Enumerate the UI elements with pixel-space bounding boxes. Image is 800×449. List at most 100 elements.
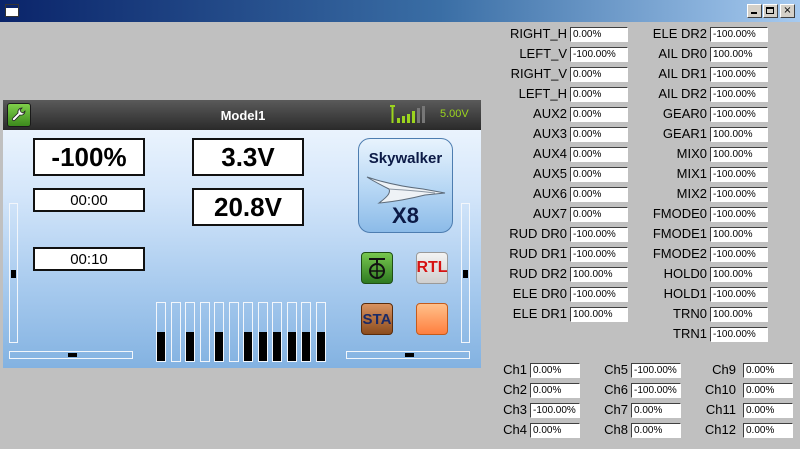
params_right-label: AIL DR2 — [658, 86, 707, 101]
channel-label: Ch9 — [712, 362, 736, 377]
params_left-label: RUD DR0 — [509, 226, 567, 241]
orange-mode-button[interactable] — [416, 303, 448, 335]
channel-label: Ch6 — [604, 382, 628, 397]
params_left-value-field[interactable]: 0.00% — [570, 27, 628, 42]
channel-bar — [243, 302, 253, 362]
params_left-value-field[interactable]: 100.00% — [570, 267, 628, 282]
params_right-label: HOLD1 — [663, 286, 707, 301]
params_right-value-field[interactable]: -100.00% — [710, 187, 768, 202]
channel-bar-graph — [156, 300, 332, 362]
trim-marker — [68, 353, 77, 357]
model-name: Model1 — [220, 108, 266, 123]
params_right-value-field[interactable]: 100.00% — [710, 307, 768, 322]
params_left-label: LEFT_V — [519, 46, 567, 61]
voltage-display-1: 3.3V — [192, 138, 304, 176]
params_left-value-field[interactable]: 0.00% — [570, 87, 628, 102]
params_right-value-field[interactable]: 100.00% — [710, 147, 768, 162]
minimize-button[interactable] — [747, 4, 762, 18]
channel-bar — [185, 302, 195, 362]
channel-label: Ch7 — [604, 402, 628, 417]
model-icon-title: Skywalker — [368, 150, 443, 167]
params_left-value-field[interactable]: 0.00% — [570, 67, 628, 82]
channel-value-field[interactable]: 0.00% — [530, 423, 580, 438]
channel-bar-fill — [316, 332, 325, 361]
params_left-value-field[interactable]: 0.00% — [570, 147, 628, 162]
channel-label: Ch11 — [705, 402, 736, 417]
sta-button[interactable]: STA — [361, 303, 393, 335]
params_left-value-field[interactable]: -100.00% — [570, 247, 628, 262]
params_right-label: HOLD0 — [663, 266, 707, 281]
model-icon-subtitle: X8 — [392, 203, 419, 228]
close-button[interactable]: × — [780, 4, 795, 18]
params_right-value-field[interactable]: -100.00% — [710, 167, 768, 182]
channel-bar-fill — [157, 332, 165, 361]
channel-bar — [272, 302, 282, 362]
params_right-value-field[interactable]: -100.00% — [710, 247, 768, 262]
params_right-value-field[interactable]: -100.00% — [710, 327, 768, 342]
params_left-value-field[interactable]: -100.00% — [570, 227, 628, 242]
params_right-value-field[interactable]: -100.00% — [710, 27, 768, 42]
channel-label: Ch3 — [503, 402, 527, 417]
timer-2[interactable]: 00:10 — [33, 247, 145, 271]
model-icon-button[interactable]: Skywalker X8 — [358, 138, 453, 233]
channel-bar — [156, 302, 166, 362]
maximize-button[interactable] — [763, 4, 778, 18]
wrench-icon[interactable] — [7, 103, 31, 127]
channel-value-field[interactable]: 0.00% — [631, 423, 681, 438]
channel-bar — [315, 302, 326, 362]
channel-value-field[interactable]: 0.00% — [743, 363, 793, 378]
channel-label: Ch2 — [503, 382, 527, 397]
params_left-label: AUX5 — [533, 166, 567, 181]
params_right-value-field[interactable]: 100.00% — [710, 47, 768, 62]
params_right-label: MIX2 — [676, 186, 707, 201]
params_right-value-field[interactable]: -100.00% — [710, 287, 768, 302]
params_left-value-field[interactable]: -100.00% — [570, 47, 628, 62]
timer-1[interactable]: 00:00 — [33, 188, 145, 212]
trim-marker — [11, 270, 16, 278]
channel-value-field[interactable]: 0.00% — [743, 383, 793, 398]
wheel-icon[interactable] — [361, 252, 393, 284]
channel-value-field[interactable]: 0.00% — [530, 383, 580, 398]
params_left-value-field[interactable]: -100.00% — [570, 287, 628, 302]
channel-bar — [257, 302, 268, 362]
channel-value-field[interactable]: 0.00% — [631, 403, 681, 418]
voltage-display-2: 20.8V — [192, 188, 304, 226]
params_left-value-field[interactable]: 0.00% — [570, 107, 628, 122]
channel-value-field[interactable]: -100.00% — [631, 363, 681, 378]
params_left-label: AUX7 — [533, 206, 567, 221]
channel-bar — [286, 302, 297, 362]
params_right-value-field[interactable]: 100.00% — [710, 127, 768, 142]
channel-label: Ch5 — [604, 362, 628, 377]
params_right-value-field[interactable]: 100.00% — [710, 227, 768, 242]
window-app-icon[interactable] — [5, 4, 19, 17]
params_left-value-field[interactable]: 100.00% — [570, 307, 628, 322]
channel-value-field[interactable]: -100.00% — [530, 403, 580, 418]
params_right-label: MIX1 — [676, 166, 707, 181]
channel-value-field[interactable]: 0.00% — [743, 403, 793, 418]
params_right-value-field[interactable]: -100.00% — [710, 87, 768, 102]
params_right-label: ELE DR2 — [652, 26, 707, 41]
params_left-label: RIGHT_V — [510, 66, 567, 81]
params_left-label: RUD DR1 — [509, 246, 567, 261]
params_left-value-field[interactable]: 0.00% — [570, 127, 628, 142]
channel-value-field[interactable]: 0.00% — [530, 363, 580, 378]
params_left-label: ELE DR1 — [512, 306, 567, 321]
params_right-value-field[interactable]: 100.00% — [710, 267, 768, 282]
params_left-value-field[interactable]: 0.00% — [570, 207, 628, 222]
params_right-value-field[interactable]: -100.00% — [710, 107, 768, 122]
params_right-value-field[interactable]: -100.00% — [710, 207, 768, 222]
params_right-label: FMODE1 — [652, 226, 707, 241]
channel-bar — [301, 302, 311, 362]
params_right-label: AIL DR1 — [658, 66, 707, 81]
params_right-label: GEAR0 — [662, 106, 707, 121]
params_left-value-field[interactable]: 0.00% — [570, 167, 628, 182]
params_right-label: FMODE0 — [652, 206, 707, 221]
channel-value-field[interactable]: -100.00% — [631, 383, 681, 398]
channel-value-field[interactable]: 0.00% — [743, 423, 793, 438]
radio-screen: Model1 5.00V -100% 00:00 00:10 3.3V 20.8… — [3, 100, 481, 368]
params_right-value-field[interactable]: -100.00% — [710, 67, 768, 82]
left-horizontal-trim — [9, 351, 133, 359]
aircraft-icon — [366, 176, 446, 204]
rtl-button[interactable]: RTL — [416, 252, 448, 284]
params_left-value-field[interactable]: 0.00% — [570, 187, 628, 202]
